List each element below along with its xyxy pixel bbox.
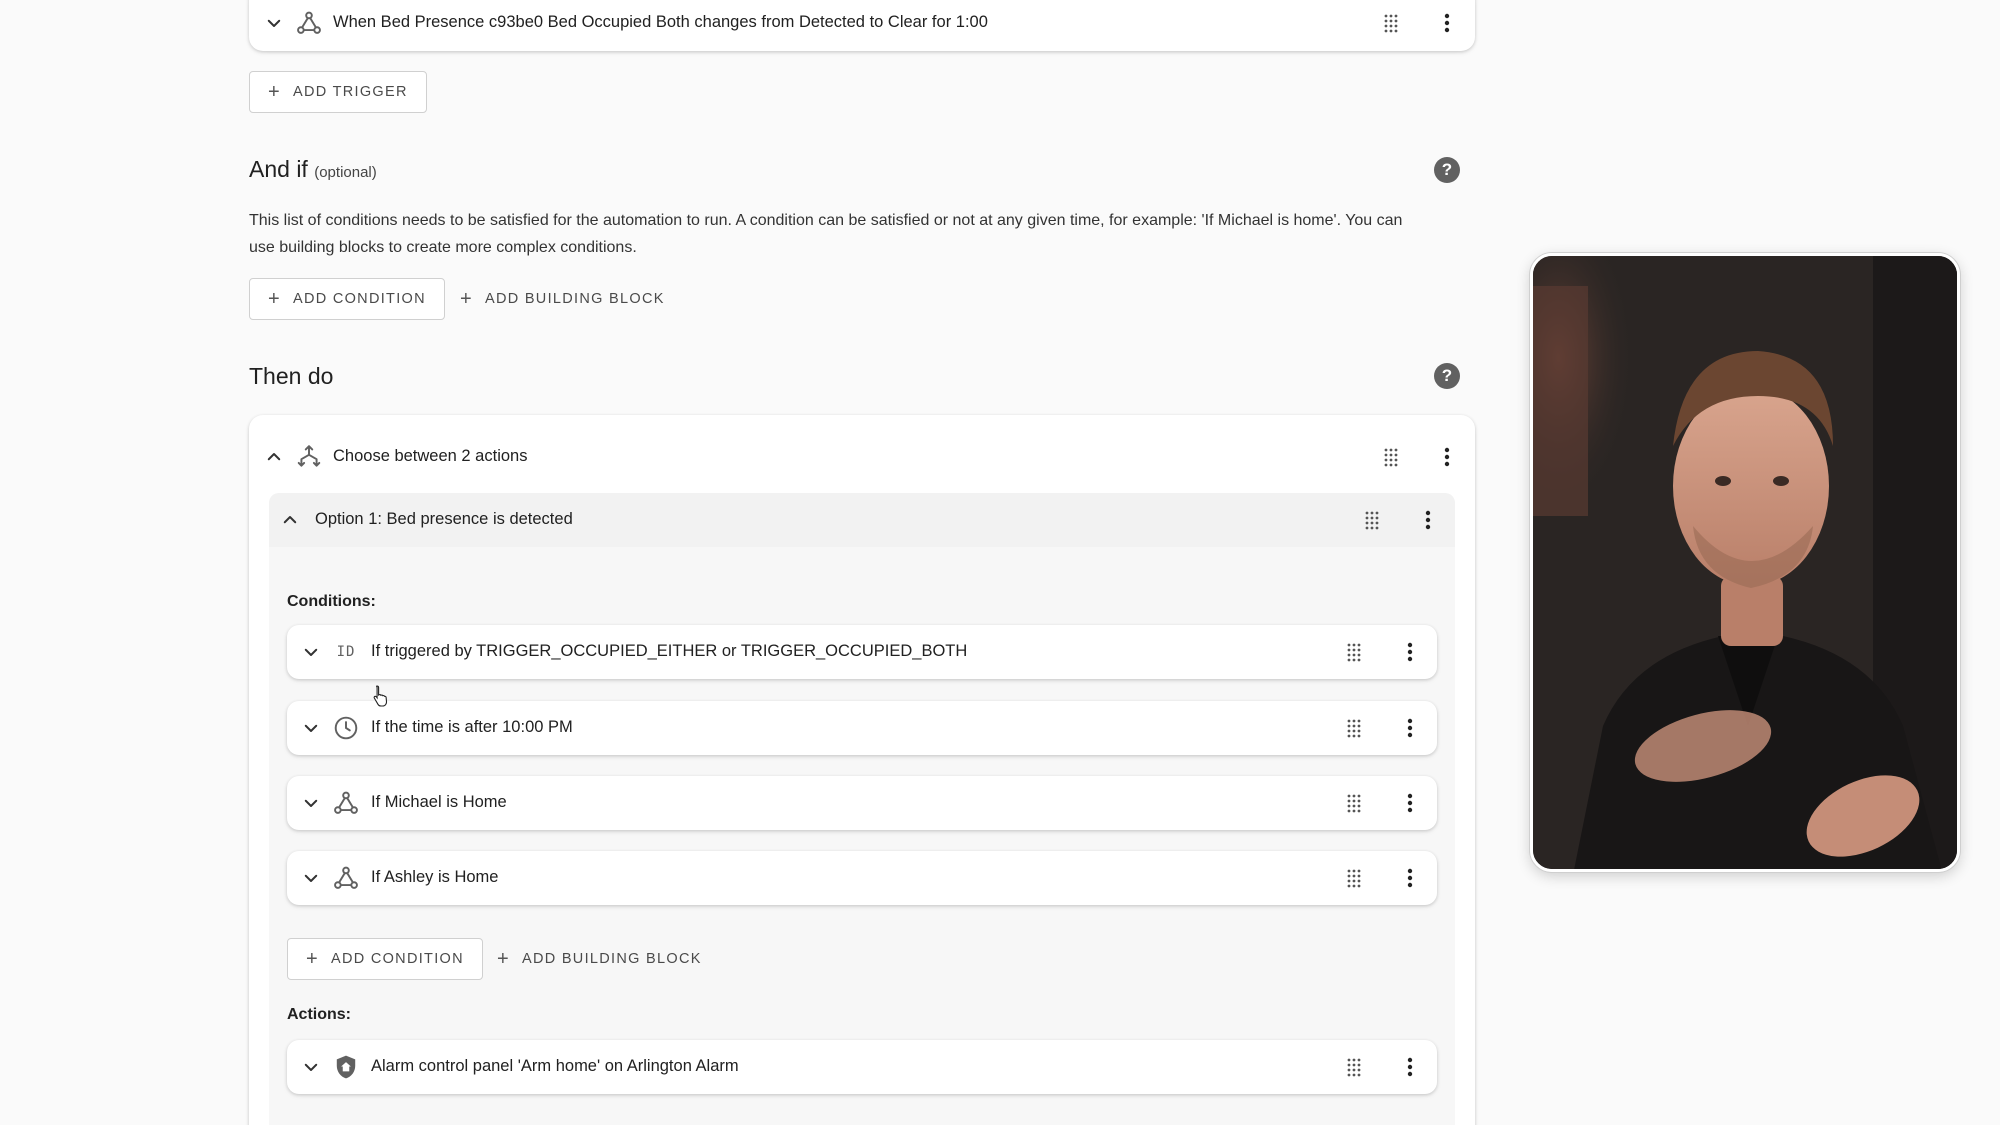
add-condition-label: ADD CONDITION <box>292 291 426 307</box>
option-1-header[interactable]: Option 1: Bed presence is detected <box>269 493 1455 547</box>
drag-handle-icon[interactable] <box>1342 716 1366 740</box>
then-do-title: Then do <box>249 363 334 389</box>
device-hub-icon <box>331 863 361 893</box>
action-label: Alarm control panel 'Arm home' on Arling… <box>371 1057 739 1075</box>
condition-row[interactable]: ID If triggered by TRIGGER_OCCUPIED_EITH… <box>287 625 1437 679</box>
trigger-card: When Bed Presence c93be0 Bed Occupied Bo… <box>249 0 1475 51</box>
add-building-block-label: ADD BUILDING BLOCK <box>521 951 702 967</box>
and-if-description: This list of conditions needs to be sati… <box>249 207 1479 261</box>
more-vert-icon[interactable] <box>1433 9 1461 37</box>
device-hub-icon <box>294 8 324 38</box>
conditions-heading: Conditions: <box>287 593 376 610</box>
chevron-down-icon[interactable] <box>296 863 326 893</box>
presenter-image <box>1533 256 1957 869</box>
trigger-label[interactable]: When Bed Presence c93be0 Bed Occupied Bo… <box>333 13 988 32</box>
chevron-down-icon[interactable] <box>296 713 326 743</box>
drag-handle-icon[interactable] <box>1360 508 1384 532</box>
mouse-cursor-icon <box>371 684 391 708</box>
chevron-down-icon[interactable] <box>296 637 326 667</box>
and-if-title-text: And if <box>249 156 308 182</box>
clock-icon <box>331 713 361 743</box>
add-condition-label: ADD CONDITION <box>330 951 464 967</box>
add-condition-button[interactable]: + ADD CONDITION <box>287 938 483 980</box>
add-building-block-button[interactable]: + ADD BUILDING BLOCK <box>497 938 702 980</box>
and-if-description-line2: use building blocks to create more compl… <box>249 239 637 256</box>
choose-label[interactable]: Choose between 2 actions <box>333 447 527 466</box>
option-1-panel: Option 1: Bed presence is detected Condi… <box>269 493 1455 1125</box>
more-vert-icon[interactable] <box>1414 506 1442 534</box>
actions-heading: Actions: <box>287 1006 351 1023</box>
chevron-up-icon[interactable] <box>259 442 289 472</box>
add-condition-button[interactable]: + ADD CONDITION <box>249 278 445 320</box>
add-building-block-button[interactable]: + ADD BUILDING BLOCK <box>460 278 665 320</box>
drag-handle-icon[interactable] <box>1342 640 1366 664</box>
more-vert-icon[interactable] <box>1433 443 1461 471</box>
help-icon[interactable]: ? <box>1434 363 1460 389</box>
condition-label: If Ashley is Home <box>371 868 499 886</box>
plus-icon: + <box>497 947 510 970</box>
condition-row[interactable]: If the time is after 10:00 PM <box>287 701 1437 755</box>
plus-icon: + <box>268 80 281 103</box>
more-vert-icon[interactable] <box>1396 1053 1424 1081</box>
condition-label: If the time is after 10:00 PM <box>371 718 573 736</box>
choose-icon <box>294 442 324 472</box>
drag-handle-icon[interactable] <box>1379 445 1403 469</box>
plus-icon: + <box>268 287 281 310</box>
presenter-video <box>1530 253 1960 872</box>
drag-handle-icon[interactable] <box>1379 11 1403 35</box>
more-vert-icon[interactable] <box>1396 789 1424 817</box>
add-building-block-label: ADD BUILDING BLOCK <box>484 291 665 307</box>
plus-icon: + <box>306 947 319 970</box>
condition-label: If triggered by TRIGGER_OCCUPIED_EITHER … <box>371 642 968 660</box>
add-trigger-label: ADD TRIGGER <box>292 84 408 100</box>
condition-row[interactable]: If Michael is Home <box>287 776 1437 830</box>
condition-row[interactable]: If Ashley is Home <box>287 851 1437 905</box>
chevron-down-icon[interactable] <box>296 788 326 818</box>
chevron-down-icon[interactable] <box>296 1052 326 1082</box>
add-trigger-button[interactable]: + ADD TRIGGER <box>249 71 427 113</box>
and-if-optional: (optional) <box>314 164 377 181</box>
help-icon[interactable]: ? <box>1434 157 1460 183</box>
drag-handle-icon[interactable] <box>1342 1055 1366 1079</box>
device-hub-icon <box>331 788 361 818</box>
more-vert-icon[interactable] <box>1396 864 1424 892</box>
drag-handle-icon[interactable] <box>1342 791 1366 815</box>
more-vert-icon[interactable] <box>1396 638 1424 666</box>
and-if-title: And if (optional) <box>249 156 377 183</box>
chevron-up-icon[interactable] <box>275 505 305 535</box>
plus-icon: + <box>460 287 473 310</box>
action-row[interactable]: Alarm control panel 'Arm home' on Arling… <box>287 1040 1437 1094</box>
shield-home-icon <box>331 1052 361 1082</box>
more-vert-icon[interactable] <box>1396 714 1424 742</box>
drag-handle-icon[interactable] <box>1342 866 1366 890</box>
condition-label: If Michael is Home <box>371 793 507 811</box>
chevron-down-icon[interactable] <box>259 8 289 38</box>
id-icon: ID <box>336 644 356 660</box>
and-if-description-line1: This list of conditions needs to be sati… <box>249 212 1403 229</box>
option-1-label: Option 1: Bed presence is detected <box>315 510 573 528</box>
choose-card: Choose between 2 actions Option 1: Bed p… <box>249 415 1475 1125</box>
